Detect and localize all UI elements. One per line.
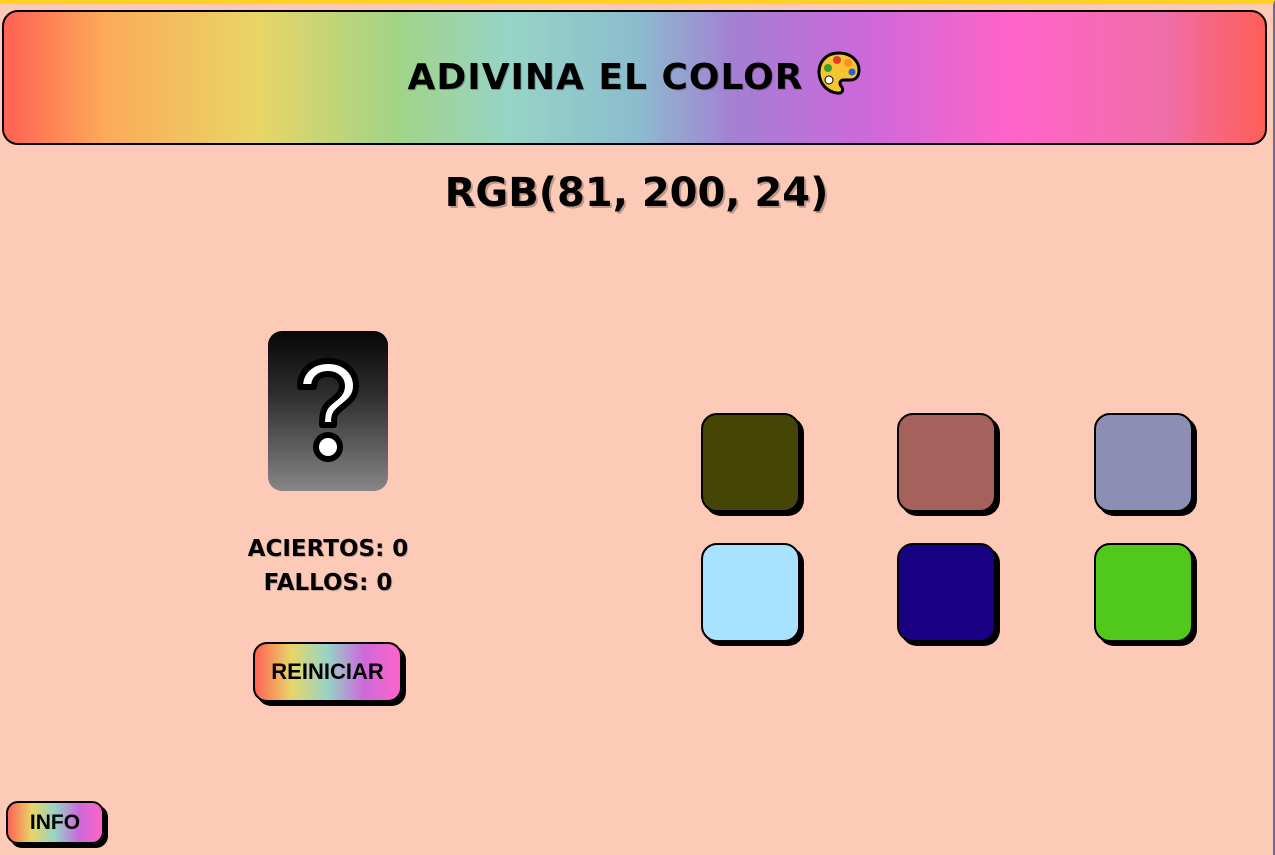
palette-icon <box>816 50 862 105</box>
color-option-2[interactable] <box>897 413 996 512</box>
color-option-3[interactable] <box>1094 413 1193 512</box>
info-button[interactable]: INFO <box>6 801 104 844</box>
mystery-color-card <box>268 331 388 491</box>
color-option-4[interactable] <box>701 543 800 642</box>
color-option-1[interactable] <box>701 413 800 512</box>
hits-counter: ACIERTOS: 0 <box>247 536 409 562</box>
question-mark-icon <box>297 358 359 462</box>
color-option-5[interactable] <box>897 543 996 642</box>
page-title: ADIVINA EL COLOR <box>408 50 862 105</box>
reset-button[interactable]: REINICIAR <box>253 642 402 702</box>
color-option-6[interactable] <box>1094 543 1193 642</box>
title-banner: ADIVINA EL COLOR <box>2 10 1267 145</box>
target-rgb-label: RGB(81, 200, 24) <box>444 170 829 216</box>
misses-counter: FALLOS: 0 <box>263 570 393 596</box>
title-text: ADIVINA EL COLOR <box>407 57 804 98</box>
